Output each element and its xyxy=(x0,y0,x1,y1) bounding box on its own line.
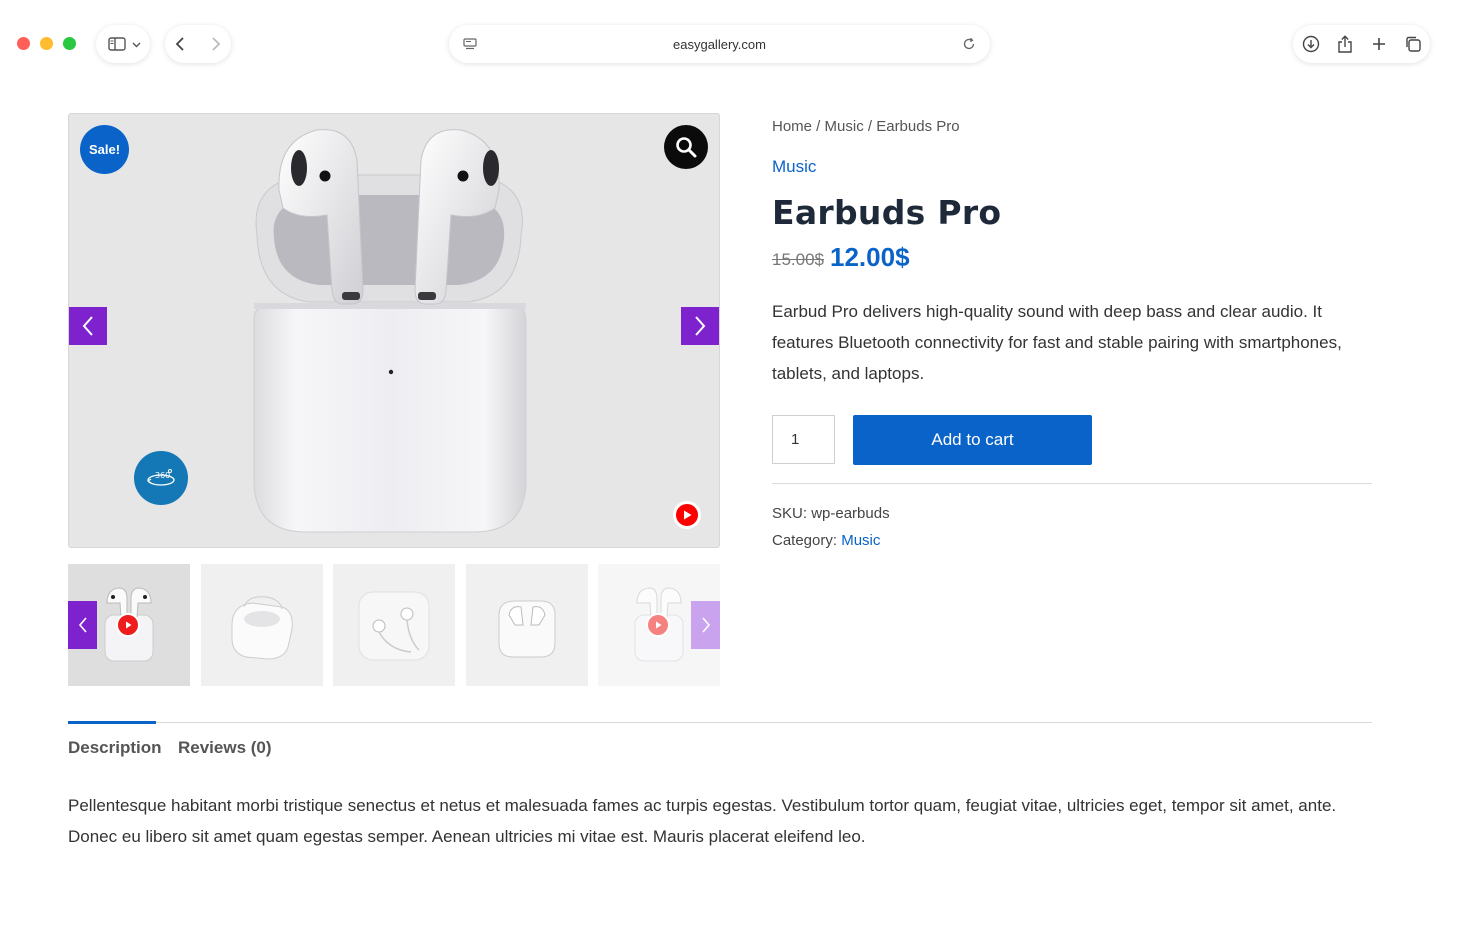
browser-actions xyxy=(1293,25,1430,63)
chevron-left-icon xyxy=(82,316,93,336)
sale-price: 12.00$ xyxy=(830,242,910,272)
active-tab-indicator xyxy=(68,721,156,724)
rotate-360-icon: 360 xyxy=(147,469,175,486)
breadcrumb-current: Earbuds Pro xyxy=(876,118,960,135)
share-icon[interactable] xyxy=(1334,33,1356,55)
thumbnail-item[interactable] xyxy=(333,564,455,686)
thumbnail-item[interactable] xyxy=(201,564,323,686)
description-tab-content: Pellentesque habitant morbi tristique se… xyxy=(68,796,1337,846)
category-label: Category: xyxy=(772,532,838,549)
tabs-divider xyxy=(68,722,1372,723)
forward-button[interactable] xyxy=(205,33,227,55)
breadcrumb-separator: / xyxy=(863,118,877,135)
chevron-right-icon xyxy=(212,37,221,51)
tab-description[interactable]: Description xyxy=(68,738,162,758)
url-text: easygallery.com xyxy=(673,36,766,52)
product-sku: SKU: wp-earbuds xyxy=(772,505,890,522)
download-icon[interactable] xyxy=(1300,33,1322,55)
chevron-left-icon xyxy=(175,37,184,51)
sidebar-toggle-button[interactable] xyxy=(96,25,150,63)
video-play-icon xyxy=(116,613,140,637)
minimize-window-button[interactable] xyxy=(40,37,53,50)
sku-value: wp-earbuds xyxy=(811,505,890,522)
chevron-down-icon xyxy=(132,35,141,53)
earbuds-case-thumbnail-image xyxy=(231,596,293,660)
product-category-meta: Category: Music xyxy=(772,532,880,549)
tab-reviews[interactable]: Reviews (0) xyxy=(178,738,272,758)
play-icon xyxy=(684,510,692,520)
view-360-button[interactable]: 360 xyxy=(134,451,188,505)
zoom-button[interactable] xyxy=(664,125,708,169)
regular-price: 15.00$ xyxy=(772,250,824,269)
thumbnails-next-button[interactable] xyxy=(691,601,720,649)
earbuds-product-image xyxy=(253,129,527,533)
gallery-prev-button[interactable] xyxy=(69,307,107,345)
quantity-input[interactable] xyxy=(772,415,835,464)
search-icon xyxy=(676,137,697,158)
tab-overview-icon[interactable] xyxy=(1402,33,1424,55)
divider xyxy=(772,483,1372,484)
chevron-right-icon xyxy=(695,316,706,336)
thumbnail-strip xyxy=(68,564,720,686)
back-button[interactable] xyxy=(169,33,191,55)
video-play-button[interactable] xyxy=(673,501,701,529)
thumbnails-prev-button[interactable] xyxy=(68,601,97,649)
reload-icon[interactable] xyxy=(958,33,980,55)
breadcrumb-home[interactable]: Home xyxy=(772,118,812,135)
thumbnail-item[interactable] xyxy=(466,564,588,686)
add-to-cart-button[interactable]: Add to cart xyxy=(853,415,1092,465)
sale-badge: Sale! xyxy=(80,125,129,174)
sidebar-icon xyxy=(106,33,128,55)
history-nav xyxy=(165,25,231,63)
sku-label: SKU: xyxy=(772,505,808,522)
breadcrumb: Home / Music / Earbuds Pro xyxy=(772,118,960,135)
chevron-right-icon xyxy=(701,617,710,633)
category-meta-link[interactable]: Music xyxy=(841,532,880,549)
browser-toolbar: easygallery.com xyxy=(0,0,1458,88)
breadcrumb-music[interactable]: Music xyxy=(825,118,864,135)
video-play-icon xyxy=(646,613,670,637)
product-title: Earbuds Pro xyxy=(772,193,1002,232)
chevron-left-icon xyxy=(78,617,87,633)
address-bar[interactable]: easygallery.com xyxy=(449,25,990,63)
page-settings-icon[interactable] xyxy=(459,33,481,55)
maximize-window-button[interactable] xyxy=(63,37,76,50)
new-tab-icon[interactable] xyxy=(1368,33,1390,55)
closed-case-thumbnail-image xyxy=(498,600,556,658)
product-category-link[interactable]: Music xyxy=(772,157,816,177)
breadcrumb-separator: / xyxy=(812,118,825,135)
gallery-next-button[interactable] xyxy=(681,307,719,345)
product-gallery: Sale! 360 xyxy=(68,113,720,548)
wired-earphones-thumbnail-image xyxy=(358,591,430,661)
close-window-button[interactable] xyxy=(17,37,30,50)
product-short-description: Earbud Pro delivers high-quality sound w… xyxy=(772,302,1342,383)
